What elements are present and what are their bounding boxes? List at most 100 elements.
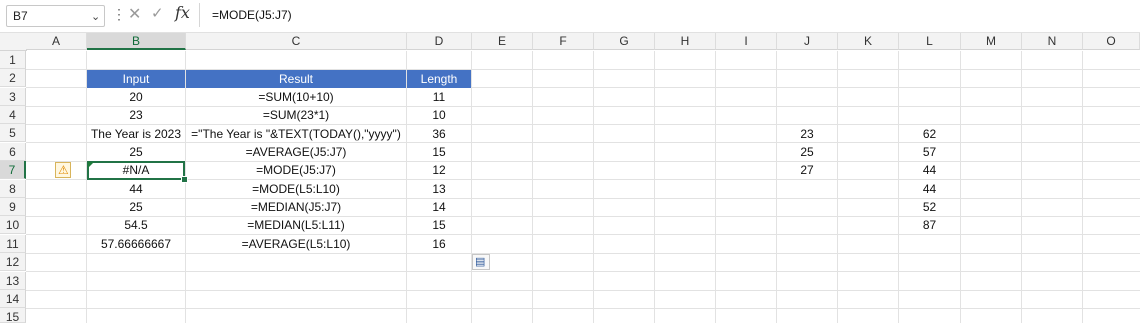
- paste-options-button[interactable]: ▤: [472, 254, 490, 270]
- gridline: [715, 51, 716, 323]
- table-cell[interactable]: 15: [407, 216, 471, 234]
- column-header-n[interactable]: N: [1022, 33, 1083, 50]
- table-cell[interactable]: 13: [407, 180, 471, 198]
- table-cell[interactable]: =AVERAGE(J5:J7): [186, 143, 406, 161]
- table-cell[interactable]: 23: [87, 106, 185, 124]
- formula-text[interactable]: =MODE(J5:J7): [212, 8, 292, 22]
- gridline: [26, 271, 1140, 272]
- table-cell[interactable]: 16: [407, 235, 471, 253]
- column-header-l[interactable]: L: [899, 33, 961, 50]
- table-cell[interactable]: =AVERAGE(L5:L10): [186, 235, 406, 253]
- table-cell[interactable]: 54.5: [87, 216, 185, 234]
- gridline: [26, 253, 1140, 254]
- error-warning-button[interactable]: ⚠: [55, 162, 71, 178]
- cell-j7[interactable]: 27: [777, 161, 837, 179]
- select-all-corner[interactable]: [0, 33, 27, 51]
- cell-j6[interactable]: 25: [777, 143, 837, 161]
- column-header-m[interactable]: M: [961, 33, 1022, 50]
- gridline: [593, 51, 594, 323]
- column-header-c[interactable]: C: [186, 33, 407, 50]
- table-cell[interactable]: ="The Year is "&TEXT(TODAY(),"yyyy"): [186, 125, 406, 143]
- row-header-8[interactable]: 8: [0, 180, 26, 198]
- row-header-2[interactable]: 2: [0, 69, 26, 87]
- column-header-e[interactable]: E: [472, 33, 533, 50]
- table-cell[interactable]: =SUM(23*1): [186, 106, 406, 124]
- gridline: [960, 51, 961, 323]
- gridline: [26, 290, 1140, 291]
- cell-l5[interactable]: 62: [899, 125, 960, 143]
- table-cell[interactable]: =MEDIAN(J5:J7): [186, 198, 406, 216]
- gridline: [471, 51, 472, 323]
- name-box-value[interactable]: B7: [13, 9, 28, 23]
- table-cell[interactable]: 57.66666667: [87, 235, 185, 253]
- table-header-result[interactable]: Result: [186, 70, 406, 88]
- column-header-o[interactable]: O: [1083, 33, 1140, 50]
- table-cell[interactable]: =SUM(10+10): [186, 88, 406, 106]
- row-header-4[interactable]: 4: [0, 106, 26, 124]
- table-cell[interactable]: 11: [407, 88, 471, 106]
- table-header-length[interactable]: Length: [407, 70, 471, 88]
- formula-bar: B7 ⌄ ⋮ ✕ ✓ fx =MODE(J5:J7): [0, 0, 1140, 33]
- cell-l8[interactable]: 44: [899, 180, 960, 198]
- worksheet-grid[interactable]: Input Result Length 20 =SUM(10+10) 11 23…: [26, 51, 1140, 323]
- cell-l6[interactable]: 57: [899, 143, 960, 161]
- column-header-d[interactable]: D: [407, 33, 472, 50]
- table-cell[interactable]: 44: [87, 180, 185, 198]
- gridline: [26, 308, 1140, 309]
- row-header-5[interactable]: 5: [0, 124, 26, 142]
- enter-check-icon[interactable]: ✓: [151, 4, 164, 22]
- row-header-15[interactable]: 15: [0, 308, 26, 324]
- selected-cell-b7[interactable]: #N/A: [87, 161, 185, 180]
- cancel-icon[interactable]: ✕: [128, 4, 141, 24]
- row-header-1[interactable]: 1: [0, 51, 26, 69]
- cell-l10[interactable]: 87: [899, 216, 960, 234]
- gridline: [654, 51, 655, 323]
- formula-input[interactable]: =MODE(J5:J7): [199, 3, 1139, 27]
- table-cell[interactable]: 20: [87, 88, 185, 106]
- table-cell[interactable]: 15: [407, 143, 471, 161]
- row-header-10[interactable]: 10: [0, 216, 26, 234]
- table-cell[interactable]: 14: [407, 198, 471, 216]
- table-cell[interactable]: 25: [87, 143, 185, 161]
- row-header-9[interactable]: 9: [0, 198, 26, 216]
- table-cell[interactable]: The Year is 2023: [87, 125, 185, 143]
- gridline: [837, 51, 838, 323]
- gridline: [776, 51, 777, 323]
- table-header-input[interactable]: Input: [87, 70, 185, 88]
- row-header-6[interactable]: 6: [0, 143, 26, 161]
- column-header-k[interactable]: K: [838, 33, 899, 50]
- warning-icon: ⚠: [58, 163, 69, 177]
- table-cell[interactable]: 25: [87, 198, 185, 216]
- column-header-a[interactable]: A: [26, 33, 87, 50]
- table-cell[interactable]: =MODE(L5:L10): [186, 180, 406, 198]
- error-indicator-icon: [88, 162, 94, 168]
- cell-j5[interactable]: 23: [777, 125, 837, 143]
- name-box[interactable]: B7 ⌄: [6, 5, 105, 27]
- paste-options-icon: ▤: [475, 256, 486, 268]
- cell-l7[interactable]: 44: [899, 161, 960, 179]
- table-cell[interactable]: 12: [407, 161, 471, 179]
- more-options-icon[interactable]: ⋮: [112, 6, 126, 23]
- cell-l9[interactable]: 52: [899, 198, 960, 216]
- column-header-i[interactable]: I: [716, 33, 777, 50]
- row-header-12[interactable]: 12: [0, 253, 26, 271]
- row-header-7[interactable]: 7: [0, 161, 26, 179]
- column-header-f[interactable]: F: [533, 33, 594, 50]
- gridline: [1082, 51, 1083, 323]
- table-cell[interactable]: =MODE(J5:J7): [186, 161, 406, 179]
- row-header-13[interactable]: 13: [0, 272, 26, 290]
- column-header-j[interactable]: J: [777, 33, 838, 50]
- column-header-b[interactable]: B: [87, 33, 186, 50]
- gridline: [1021, 51, 1022, 323]
- row-header-14[interactable]: 14: [0, 290, 26, 308]
- row-header-11[interactable]: 11: [0, 235, 26, 253]
- table-cell[interactable]: 10: [407, 106, 471, 124]
- chevron-down-icon[interactable]: ⌄: [91, 10, 100, 23]
- column-header-h[interactable]: H: [655, 33, 716, 50]
- table-cell[interactable]: 36: [407, 125, 471, 143]
- gridline: [532, 51, 533, 323]
- insert-function-icon[interactable]: fx: [175, 3, 190, 22]
- row-header-3[interactable]: 3: [0, 88, 26, 106]
- column-header-g[interactable]: G: [594, 33, 655, 50]
- table-cell[interactable]: =MEDIAN(L5:L11): [186, 216, 406, 234]
